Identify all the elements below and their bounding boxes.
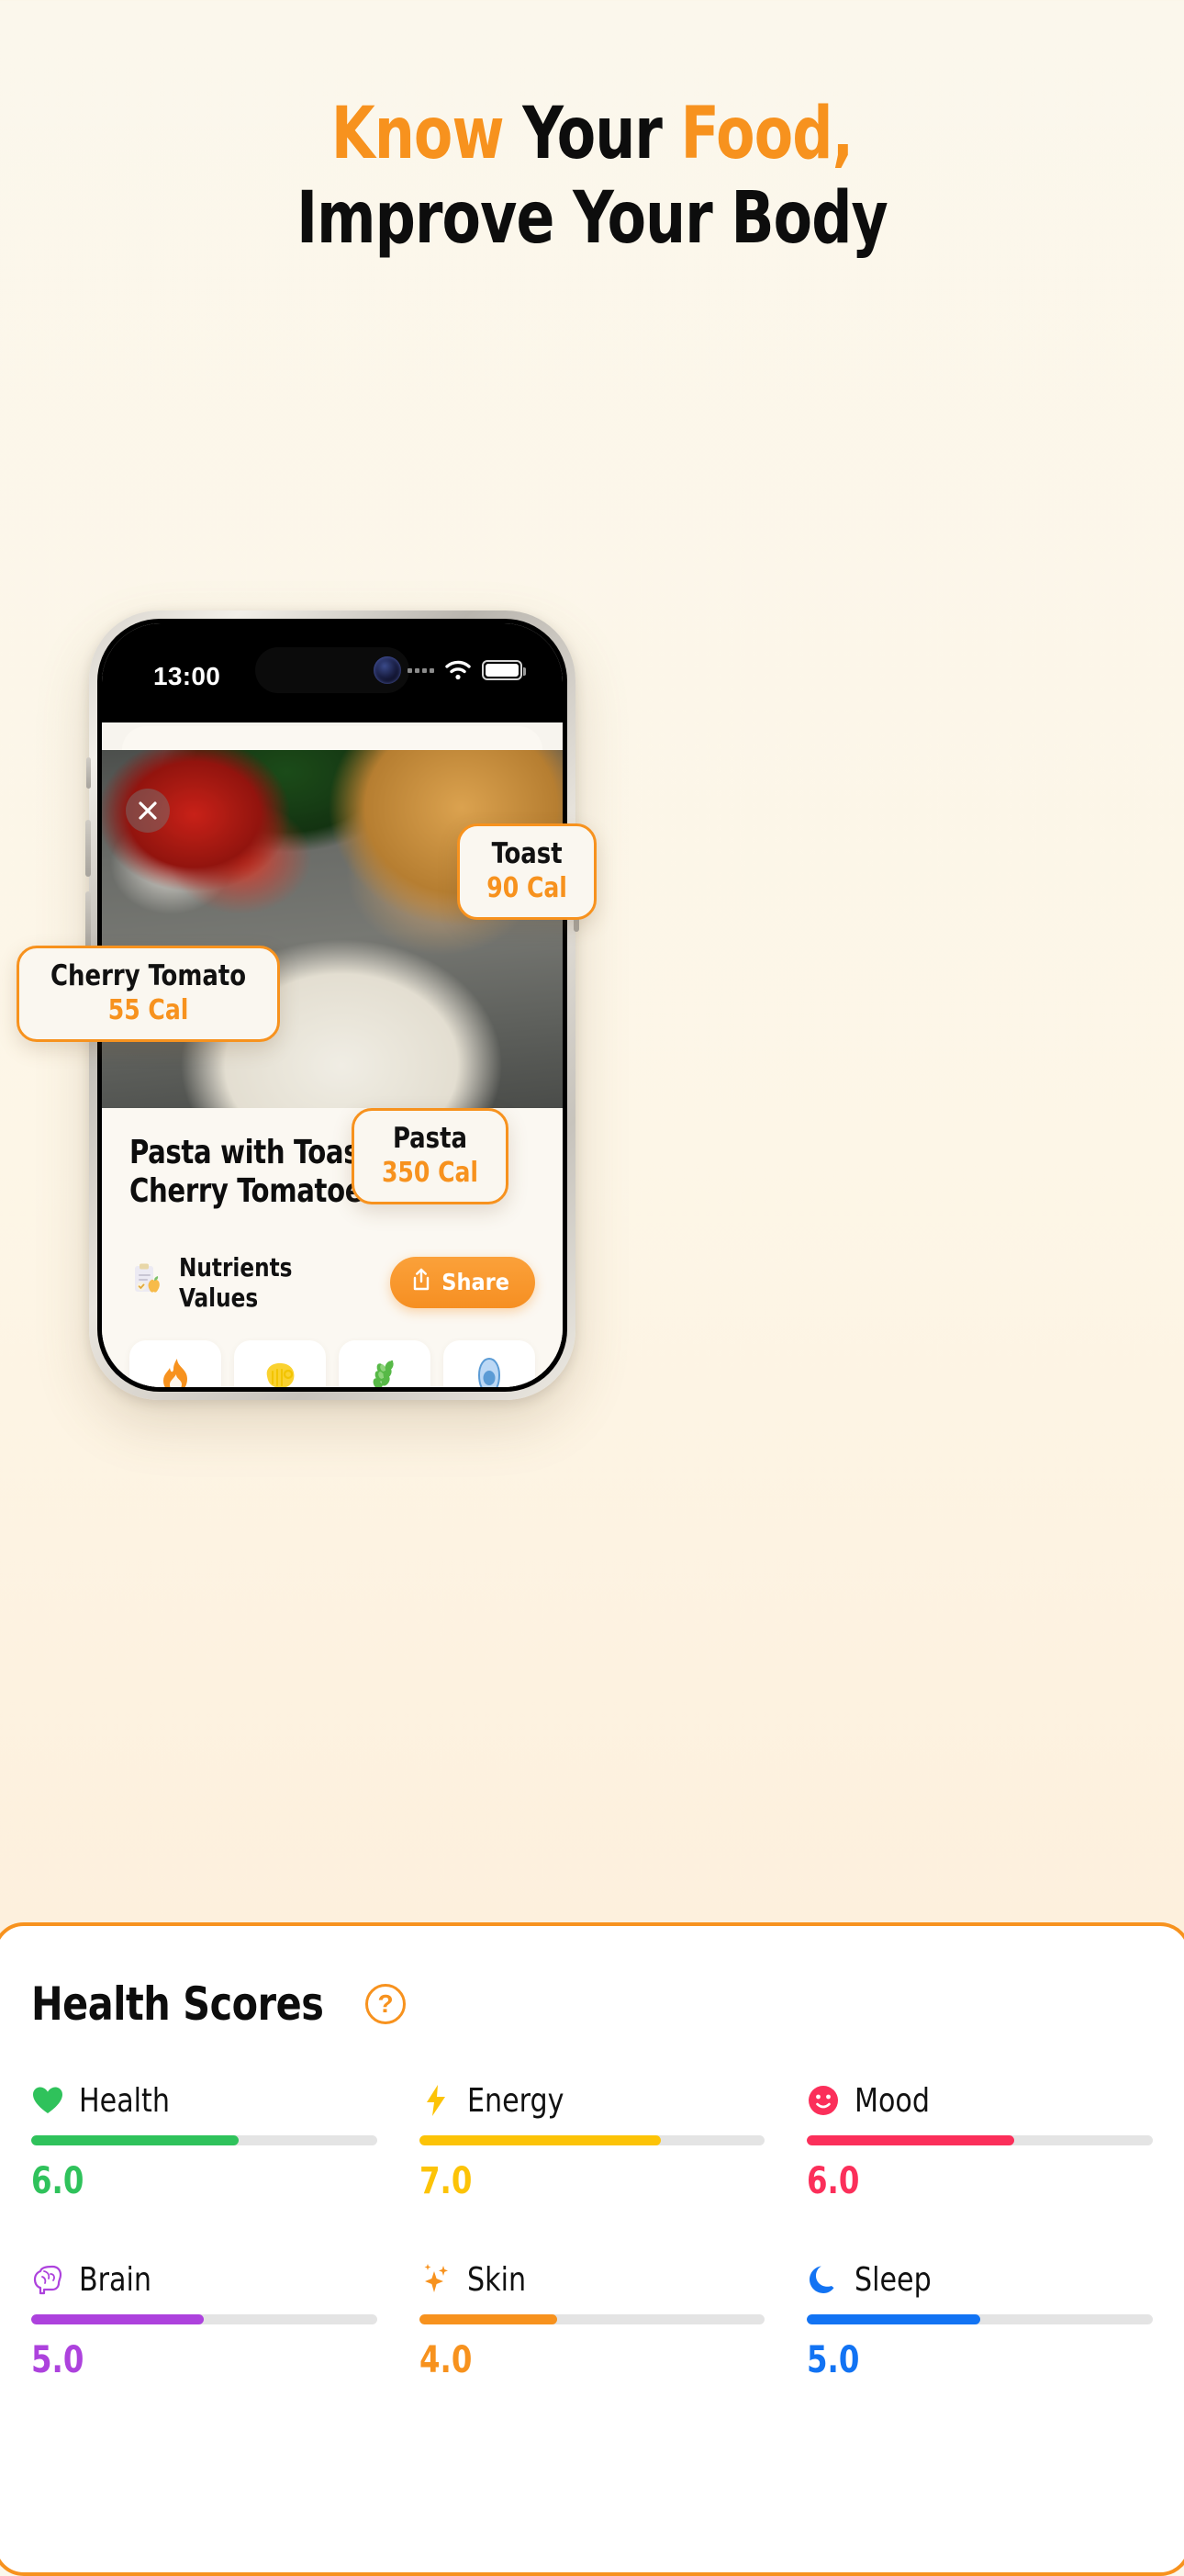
nutrients-label-group: Nutrients Values [129,1252,390,1313]
score-label: Mood [854,2081,931,2120]
signal-dots-icon [408,667,434,673]
score-progress-track [31,2135,377,2145]
clipboard-apple-icon [129,1261,166,1303]
score-item-skin[interactable]: Skin 4.0 [419,2257,765,2381]
nutrient-card-protein[interactable]: 24.0 Protein [234,1339,326,1387]
health-scores-title: Health Scores [31,1977,324,2031]
score-value: 5.0 [31,2339,84,2381]
lightning-icon [419,2084,452,2117]
health-scores-row-1: Health 6.0 Energy 7.0 Mood 6.0 [31,2078,1153,2202]
score-label: Health [79,2081,170,2120]
nutrients-values-label: Nutrients Values [179,1251,293,1313]
nutrient-cards: 700.0 Calories 24.0 [129,1339,535,1387]
nutrient-card-calories[interactable]: 700.0 Calories [129,1339,221,1387]
score-label: Sleep [854,2260,933,2299]
score-item-energy[interactable]: Energy 7.0 [419,2078,765,2202]
meat-icon [238,1357,322,1387]
nutrient-card-fat[interactable]: 18.0 Fat [443,1339,535,1387]
nutrients-header: Nutrients Values Share [129,1252,535,1313]
food-tag-pasta[interactable]: Pasta 350 Cal [352,1108,508,1205]
food-tag-name: Toast [491,837,563,870]
wheat-icon [342,1357,427,1387]
brain-icon [31,2263,64,2296]
score-progress-track [31,2314,377,2324]
food-tag-name: Pasta [392,1122,468,1155]
score-value: 6.0 [807,2160,860,2202]
headline-line-1: Know Your Food, [71,92,1112,176]
score-label: Brain [79,2260,151,2299]
status-bar: 13:00 [102,623,563,722]
food-photo-image [102,750,563,1108]
score-item-sleep[interactable]: Sleep 5.0 [807,2257,1153,2381]
score-progress-fill [419,2135,662,2145]
avocado-icon [447,1357,531,1387]
health-scores-panel: Health Scores ? Health 6.0 Energy 7.0 Mo… [0,1922,1184,2576]
page-headline: Know Your Food, Improve Your Body [71,92,1112,261]
score-label: Energy [466,2081,564,2120]
score-label: Skin [466,2260,526,2299]
score-progress-fill [807,2135,1015,2145]
moon-icon [807,2263,840,2296]
status-bar-time: 13:00 [153,662,221,690]
dynamic-island [255,647,409,693]
score-progress-fill [31,2135,239,2145]
food-tag-cherry-tomato[interactable]: Cherry Tomato 55 Cal [17,946,281,1043]
share-button[interactable]: Share [390,1256,535,1308]
headline-accent-food: Food, [680,93,854,175]
front-camera-icon [374,656,401,684]
close-icon[interactable] [126,789,170,833]
score-value: 5.0 [807,2339,860,2381]
score-progress-track [807,2314,1153,2324]
headline-accent-know: Know [330,93,505,175]
score-item-mood[interactable]: Mood 6.0 [807,2078,1153,2202]
score-progress-fill [419,2314,558,2324]
food-tag-calories: 350 Cal [381,1156,479,1189]
food-photo[interactable] [102,750,563,1108]
score-progress-track [807,2135,1153,2145]
share-button-label: Share [441,1269,509,1296]
score-item-health[interactable]: Health 6.0 [31,2078,377,2202]
volume-up-button[interactable] [85,820,91,877]
heart-icon [31,2084,64,2117]
battery-icon [482,660,526,680]
smiley-icon [807,2084,840,2117]
score-progress-fill [31,2314,205,2324]
score-progress-track [419,2314,765,2324]
volume-down-button[interactable] [85,891,91,948]
score-value: 7.0 [419,2160,473,2202]
score-progress-fill [807,2314,980,2324]
score-progress-track [419,2135,765,2145]
score-value: 6.0 [31,2160,84,2202]
health-scores-row-2: Brain 5.0 Skin 4.0 Sleep 5.0 [31,2257,1153,2381]
silent-switch[interactable] [86,757,91,789]
health-scores-header: Health Scores ? [31,1977,1153,2031]
status-bar-indicators [408,660,526,680]
headline-line-2: Improve Your Body [296,177,888,261]
share-icon [410,1268,432,1297]
food-tag-calories: 55 Cal [107,993,189,1026]
wifi-icon [444,660,472,680]
food-tag-calories: 90 Cal [486,871,567,904]
nutrient-card-carbs[interactable]: 120.0 Carbs [339,1339,430,1387]
sparkle-icon [419,2263,452,2296]
flame-icon [133,1357,218,1387]
food-tag-name: Cherry Tomato [50,959,247,992]
score-value: 4.0 [419,2339,473,2381]
food-tag-toast[interactable]: Toast 90 Cal [457,823,598,921]
score-item-brain[interactable]: Brain 5.0 [31,2257,377,2381]
question-mark-icon[interactable]: ? [365,1984,407,2024]
headline-your: Your [503,93,681,175]
